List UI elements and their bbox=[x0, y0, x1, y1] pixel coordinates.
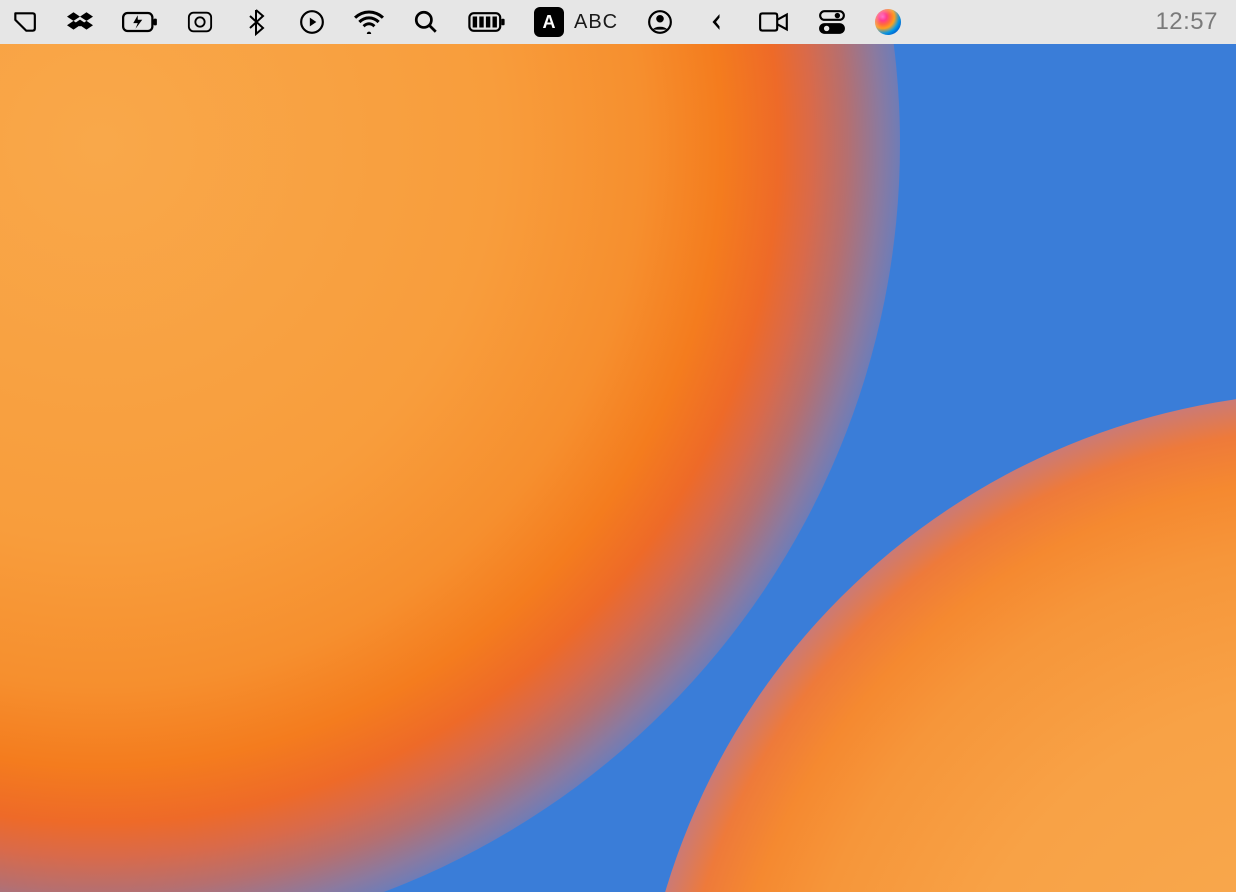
input-source-badge: A bbox=[534, 7, 564, 37]
desktop-wallpaper bbox=[0, 44, 1236, 892]
battery-status-icon[interactable] bbox=[468, 0, 506, 44]
chevron-left-icon[interactable] bbox=[702, 0, 730, 44]
control-center-icon[interactable] bbox=[818, 0, 846, 44]
dropbox-icon[interactable] bbox=[66, 0, 94, 44]
input-source-label[interactable]: ABC bbox=[574, 11, 618, 34]
battery-charging-icon[interactable] bbox=[122, 0, 158, 44]
wifi-icon[interactable] bbox=[354, 0, 384, 44]
screenshot-icon[interactable] bbox=[186, 0, 214, 44]
menubar: A ABC 12:57 bbox=[0, 0, 1236, 44]
airplay-icon[interactable] bbox=[10, 0, 38, 44]
bluetooth-icon[interactable] bbox=[242, 0, 270, 44]
input-source-icon[interactable]: A bbox=[534, 0, 564, 44]
spotlight-search-icon[interactable] bbox=[412, 0, 440, 44]
menubar-clock[interactable]: 12:57 bbox=[1155, 8, 1226, 36]
video-conference-icon[interactable] bbox=[758, 0, 790, 44]
user-account-icon[interactable] bbox=[646, 0, 674, 44]
now-playing-icon[interactable] bbox=[298, 0, 326, 44]
siri-icon[interactable] bbox=[874, 0, 902, 44]
